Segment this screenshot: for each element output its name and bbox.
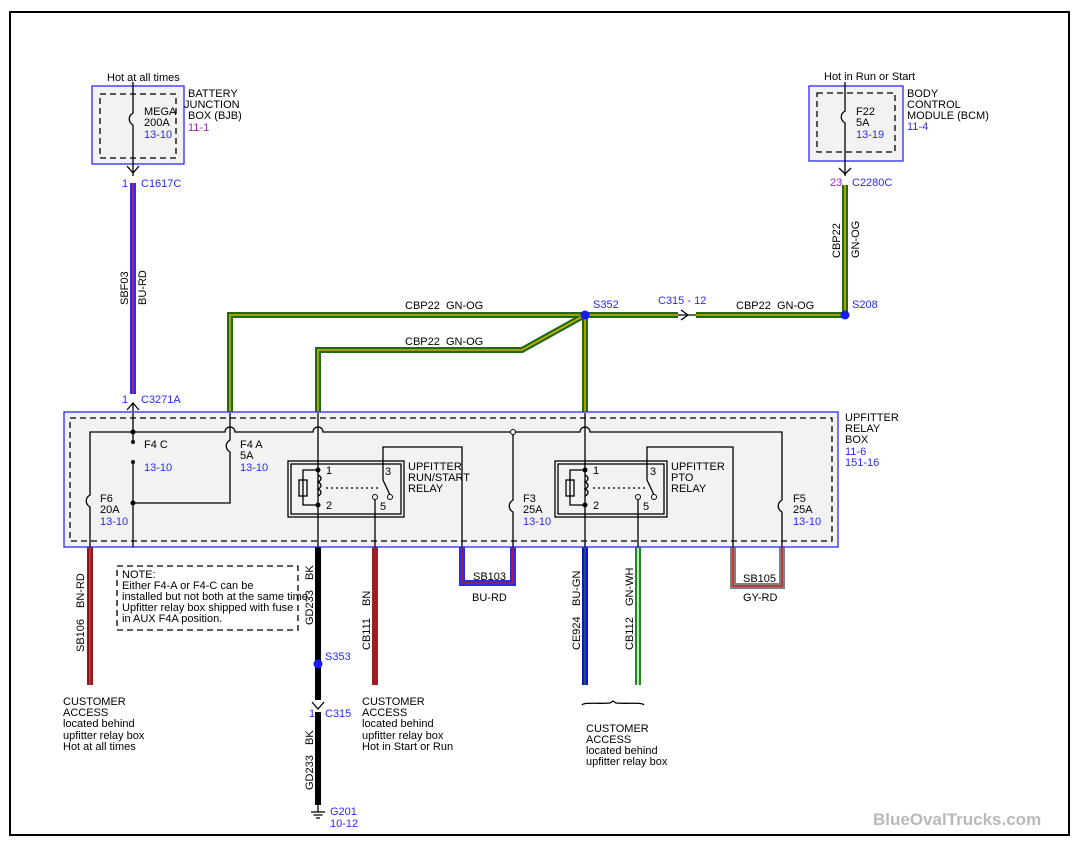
note-text: in AUX F4A position. bbox=[122, 613, 222, 625]
relay-box-ref: 151-16 bbox=[845, 457, 879, 469]
svg-text:Hot at all times: Hot at all times bbox=[63, 741, 136, 753]
wire-label: GD233 bbox=[304, 755, 316, 790]
svg-text:located behind: located behind bbox=[362, 718, 434, 730]
wire-label: GN-OG bbox=[850, 221, 862, 258]
bcm-supply-label: Hot in Run or Start bbox=[824, 71, 915, 83]
wire-cbp22 bbox=[227, 185, 848, 413]
wire-label: CBP22 GN-OG bbox=[736, 300, 814, 312]
bjb-ref: 11-1 bbox=[188, 122, 209, 134]
bcm-fuse-ref: 13-19 bbox=[856, 129, 884, 141]
relay-pin: 2 bbox=[593, 500, 599, 512]
wiring-diagram: Hot at all times MEGA 200A 13-10 BATTERY… bbox=[9, 11, 1070, 836]
connector-c315-12: C315 - 12 bbox=[658, 295, 706, 307]
wire-label: CE924 bbox=[571, 616, 583, 650]
battery-junction-box: Hot at all times MEGA 200A 13-10 BATTERY… bbox=[91, 72, 242, 190]
watermark: BlueOvalTrucks.com bbox=[873, 810, 1041, 829]
relay-pin: 1 bbox=[593, 465, 599, 477]
relay-run-start-name: RELAY bbox=[408, 483, 444, 495]
fuse-f4c-ref: 13-10 bbox=[144, 462, 172, 474]
wire-label: GN-WH bbox=[624, 567, 636, 606]
fuse-f4a-rating: 5A bbox=[240, 450, 254, 462]
wire-label: SB105 bbox=[743, 573, 776, 585]
wire-label: SB103 bbox=[473, 571, 506, 583]
ground-name: G201 bbox=[330, 806, 357, 818]
connector-c3271a: C3271A bbox=[141, 394, 181, 406]
svg-text:upfitter relay box: upfitter relay box bbox=[586, 756, 668, 768]
bjb-supply-label: Hot at all times bbox=[107, 72, 180, 84]
body-control-module: Hot in Run or Start F22 5A 13-19 BODY CO… bbox=[808, 71, 989, 189]
wire-label: BU-RD bbox=[472, 592, 507, 604]
bjb-name: BOX (BJB) bbox=[188, 110, 242, 122]
fuse-f3-ref: 13-10 bbox=[523, 516, 551, 528]
connector-c1617c: C1617C bbox=[141, 178, 181, 190]
output-mid-label: CUSTOMER ACCESS located behind upfitter … bbox=[362, 696, 453, 753]
connector-pin: 1 bbox=[309, 708, 315, 720]
wire-label: SB106 bbox=[75, 619, 87, 652]
splice-s353 bbox=[313, 659, 323, 669]
fuse-f4a-ref: 13-10 bbox=[240, 462, 268, 474]
wire-label: BN bbox=[361, 591, 373, 606]
connector-c315: C315 bbox=[325, 708, 351, 720]
connector-pin: 1 bbox=[122, 394, 128, 406]
bjb-pin: 1 bbox=[122, 178, 128, 190]
ground-icon bbox=[311, 805, 325, 819]
splice-s352-label: S352 bbox=[593, 299, 619, 311]
bcm-pin: 23 bbox=[830, 177, 842, 189]
wire-label: BU-GN bbox=[571, 571, 583, 607]
relay-pin: 5 bbox=[380, 501, 386, 513]
relay-pin: 2 bbox=[326, 500, 332, 512]
fuse-f5-rating: 25A bbox=[793, 504, 813, 516]
wire-label: CBP22 bbox=[831, 223, 843, 258]
connector-c2280c: C2280C bbox=[852, 177, 892, 189]
fuse-f6-rating: 20A bbox=[100, 504, 120, 516]
relay-pto-name: RELAY bbox=[671, 483, 707, 495]
fuse-f3-rating: 25A bbox=[523, 504, 543, 516]
relay-pin: 5 bbox=[643, 501, 649, 513]
brace-icon bbox=[581, 700, 645, 706]
svg-text:Hot in Start or Run: Hot in Start or Run bbox=[362, 741, 453, 753]
relay-pin: 3 bbox=[650, 466, 656, 478]
wire-label: BU-RD bbox=[137, 270, 149, 305]
bcm-fuse-rating: 5A bbox=[856, 117, 870, 129]
relay-pin: 3 bbox=[385, 466, 391, 478]
wire-label: CB112 bbox=[624, 617, 636, 650]
splice-s353-label: S353 bbox=[325, 651, 351, 663]
wire-label: CBP22 GN-OG bbox=[405, 300, 483, 312]
wire-label: CB111 bbox=[361, 618, 373, 650]
bjb-fuse-ref: 13-10 bbox=[144, 129, 172, 141]
wire-label: SBF03 bbox=[119, 271, 131, 305]
wire-label: GY-RD bbox=[743, 592, 777, 604]
bjb-fuse-rating: 200A bbox=[144, 117, 170, 129]
fuse-f5-ref: 13-10 bbox=[793, 516, 821, 528]
svg-text:located behind: located behind bbox=[63, 718, 135, 730]
wire-label: BK bbox=[304, 730, 316, 745]
splice-s208-label: S208 bbox=[852, 299, 878, 311]
wire-label: BK bbox=[304, 565, 316, 580]
wire-label: BN-RD bbox=[75, 573, 87, 608]
note-box: NOTE: Either F4-A or F4-C can be install… bbox=[116, 565, 311, 631]
splice-s208 bbox=[840, 310, 850, 320]
relay-box-name: BOX bbox=[845, 434, 869, 446]
ground-ref: 10-12 bbox=[330, 818, 358, 830]
bcm-ref: 11-4 bbox=[907, 121, 928, 133]
fuse-f4c-name: F4 C bbox=[144, 439, 168, 451]
splice-s352 bbox=[580, 310, 590, 320]
output-right-label: CUSTOMER ACCESS located behind upfitter … bbox=[586, 723, 668, 768]
fuse-f6-ref: 13-10 bbox=[100, 516, 128, 528]
output-left-label: CUSTOMER ACCESS located behind upfitter … bbox=[63, 696, 145, 753]
relay-pin: 1 bbox=[326, 465, 332, 477]
upfitter-relay-box: UPFITTER RELAY BOX 11-6 151-16 F4 C 13-1… bbox=[63, 411, 899, 548]
wire-label: CBP22 GN-OG bbox=[405, 336, 483, 348]
